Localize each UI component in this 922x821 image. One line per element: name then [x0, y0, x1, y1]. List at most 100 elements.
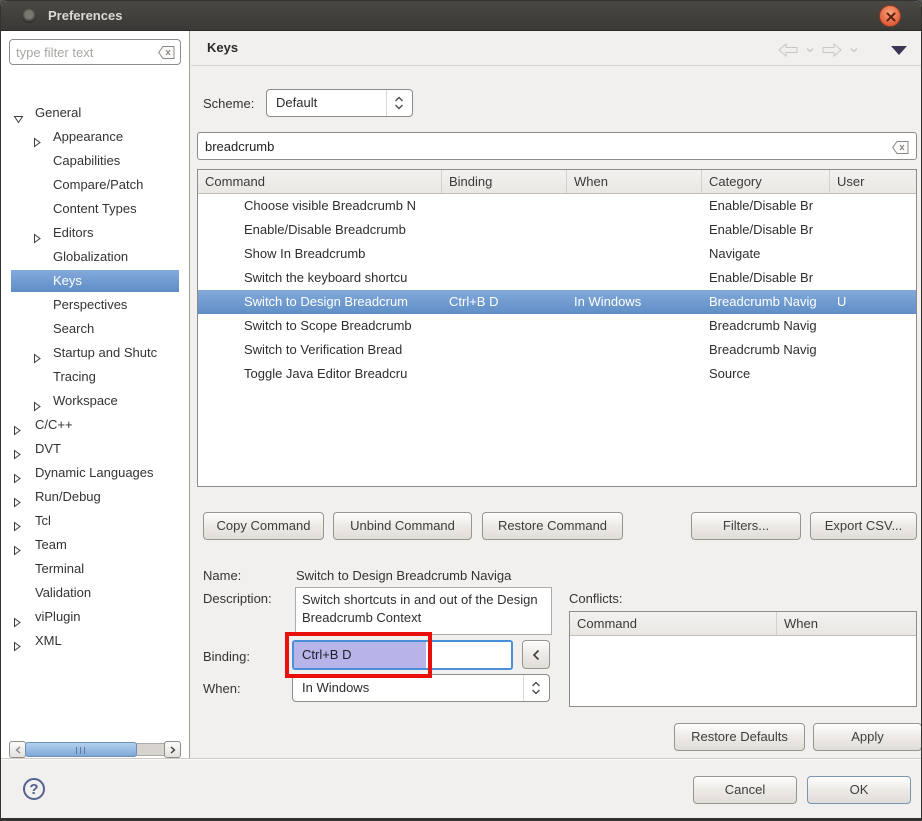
collapse-arrow-icon[interactable]: [13, 108, 23, 118]
sidebar-item-editors[interactable]: Editors: [1, 221, 190, 245]
chevron-right-icon: [170, 746, 176, 754]
sidebar-item-content-types[interactable]: Content Types: [1, 197, 190, 221]
table-row[interactable]: Show In BreadcrumbNavigate: [198, 242, 916, 266]
expand-arrow-icon[interactable]: [13, 636, 23, 646]
column-header-user[interactable]: User: [830, 170, 916, 193]
add-binding-button[interactable]: [522, 640, 550, 669]
cell-binding: [442, 314, 567, 338]
sidebar-item-globalization[interactable]: Globalization: [1, 245, 190, 269]
expand-arrow-icon[interactable]: [13, 468, 23, 478]
cell-binding: [442, 242, 567, 266]
cell-category: Enable/Disable Br: [702, 266, 830, 290]
sidebar-item-tracing[interactable]: Tracing: [1, 365, 190, 389]
filter-field[interactable]: [9, 39, 181, 65]
sidebar-item-search[interactable]: Search: [1, 317, 190, 341]
table-row[interactable]: Choose visible Breadcrumb NEnable/Disabl…: [198, 194, 916, 218]
sidebar-item-label: Validation: [35, 581, 91, 605]
ok-button[interactable]: OK: [807, 776, 911, 804]
table-row[interactable]: Toggle Java Editor BreadcruSource: [198, 362, 916, 386]
table-row[interactable]: Switch the keyboard shortcuEnable/Disabl…: [198, 266, 916, 290]
scroll-right-button[interactable]: [164, 741, 181, 758]
sidebar-horizontal-scrollbar[interactable]: [9, 741, 181, 758]
sidebar-item-workspace[interactable]: Workspace: [1, 389, 190, 413]
sidebar-item-perspectives[interactable]: Perspectives: [1, 293, 190, 317]
scroll-left-button[interactable]: [9, 741, 26, 758]
expand-arrow-icon[interactable]: [33, 228, 43, 238]
table-row[interactable]: Switch to Scope BreadcrumbBreadcrumb Nav…: [198, 314, 916, 338]
sidebar-item-dvt[interactable]: DVT: [1, 437, 190, 461]
filter-input[interactable]: [16, 41, 156, 63]
sidebar-item-terminal[interactable]: Terminal: [1, 557, 190, 581]
clear-filter-icon[interactable]: [158, 46, 175, 62]
table-row[interactable]: Switch to Verification BreadBreadcrumb N…: [198, 338, 916, 362]
expand-arrow-icon[interactable]: [13, 540, 23, 550]
forward-arrow-icon[interactable]: [821, 42, 843, 58]
command-search-input[interactable]: [205, 135, 885, 157]
close-icon: [885, 11, 897, 23]
when-dropdown[interactable]: In Windows: [292, 674, 550, 702]
sidebar-item-xml[interactable]: XML: [1, 629, 190, 653]
forward-history-chevron-icon[interactable]: [850, 47, 858, 53]
sidebar-item-keys[interactable]: Keys: [1, 269, 190, 293]
sidebar-item-team[interactable]: Team: [1, 533, 190, 557]
page-header: Keys: [191, 31, 922, 66]
table-row[interactable]: Switch to Design BreadcrumCtrl+B DIn Win…: [198, 290, 916, 314]
cell-user: [830, 242, 916, 266]
cell-binding: [442, 362, 567, 386]
restore-defaults-button[interactable]: Restore Defaults: [674, 723, 805, 751]
export-csv-button[interactable]: Export CSV...: [810, 512, 917, 540]
window-menu-icon[interactable]: [22, 9, 36, 23]
sidebar-item-run-debug[interactable]: Run/Debug: [1, 485, 190, 509]
view-menu-icon[interactable]: [889, 45, 909, 56]
expand-arrow-icon[interactable]: [13, 612, 23, 622]
cell-command: Show In Breadcrumb: [198, 242, 442, 266]
expand-arrow-icon[interactable]: [13, 492, 23, 502]
sidebar-item-tcl[interactable]: Tcl: [1, 509, 190, 533]
back-arrow-icon[interactable]: [777, 42, 799, 58]
binding-input[interactable]: Ctrl+B D: [292, 640, 513, 670]
sidebar-item-dynamic-languages[interactable]: Dynamic Languages: [1, 461, 190, 485]
sidebar-item-startup-and-shutc[interactable]: Startup and Shutc: [1, 341, 190, 365]
expand-arrow-icon[interactable]: [13, 420, 23, 430]
sidebar-item-label: Startup and Shutc: [53, 341, 157, 365]
filters-button[interactable]: Filters...: [691, 512, 801, 540]
scheme-dropdown[interactable]: Default: [266, 89, 413, 117]
conflicts-label: Conflicts:: [569, 591, 622, 606]
sidebar-item-capabilities[interactable]: Capabilities: [1, 149, 190, 173]
sidebar-item-compare-patch[interactable]: Compare/Patch: [1, 173, 190, 197]
column-header-category[interactable]: Category: [702, 170, 830, 193]
back-history-chevron-icon[interactable]: [806, 47, 814, 53]
help-button[interactable]: ?: [23, 778, 45, 800]
conflicts-column-when[interactable]: When: [777, 612, 916, 635]
copy-command-button[interactable]: Copy Command: [203, 512, 324, 540]
column-header-when[interactable]: When: [567, 170, 702, 193]
expand-arrow-icon[interactable]: [33, 348, 43, 358]
chevron-left-icon: [532, 649, 540, 661]
column-header-binding[interactable]: Binding: [442, 170, 567, 193]
sidebar-item-label: viPlugin: [35, 605, 81, 629]
apply-button[interactable]: Apply: [813, 723, 922, 751]
conflicts-column-command[interactable]: Command: [570, 612, 777, 635]
scrollbar-thumb[interactable]: [25, 742, 137, 757]
column-header-command[interactable]: Command: [198, 170, 442, 193]
preferences-dialog: Preferences GeneralAppearanceCapabilitie…: [0, 0, 922, 821]
expand-arrow-icon[interactable]: [13, 444, 23, 454]
close-button[interactable]: [879, 5, 901, 27]
footer-divider-highlight: [1, 759, 922, 760]
sidebar-item-general[interactable]: General: [1, 101, 190, 125]
restore-command-button[interactable]: Restore Command: [482, 512, 623, 540]
clear-search-icon[interactable]: [892, 141, 909, 157]
sidebar-item-c-c-[interactable]: C/C++: [1, 413, 190, 437]
command-search-field[interactable]: [197, 132, 917, 160]
sidebar-item-validation[interactable]: Validation: [1, 581, 190, 605]
titlebar[interactable]: Preferences: [1, 1, 921, 31]
sidebar-item-appearance[interactable]: Appearance: [1, 125, 190, 149]
unbind-command-button[interactable]: Unbind Command: [333, 512, 472, 540]
expand-arrow-icon[interactable]: [33, 396, 43, 406]
table-row[interactable]: Enable/Disable BreadcrumbEnable/Disable …: [198, 218, 916, 242]
cancel-button[interactable]: Cancel: [693, 776, 797, 804]
sidebar-item-label: Workspace: [53, 389, 118, 413]
expand-arrow-icon[interactable]: [33, 132, 43, 142]
expand-arrow-icon[interactable]: [13, 516, 23, 526]
sidebar-item-viplugin[interactable]: viPlugin: [1, 605, 190, 629]
